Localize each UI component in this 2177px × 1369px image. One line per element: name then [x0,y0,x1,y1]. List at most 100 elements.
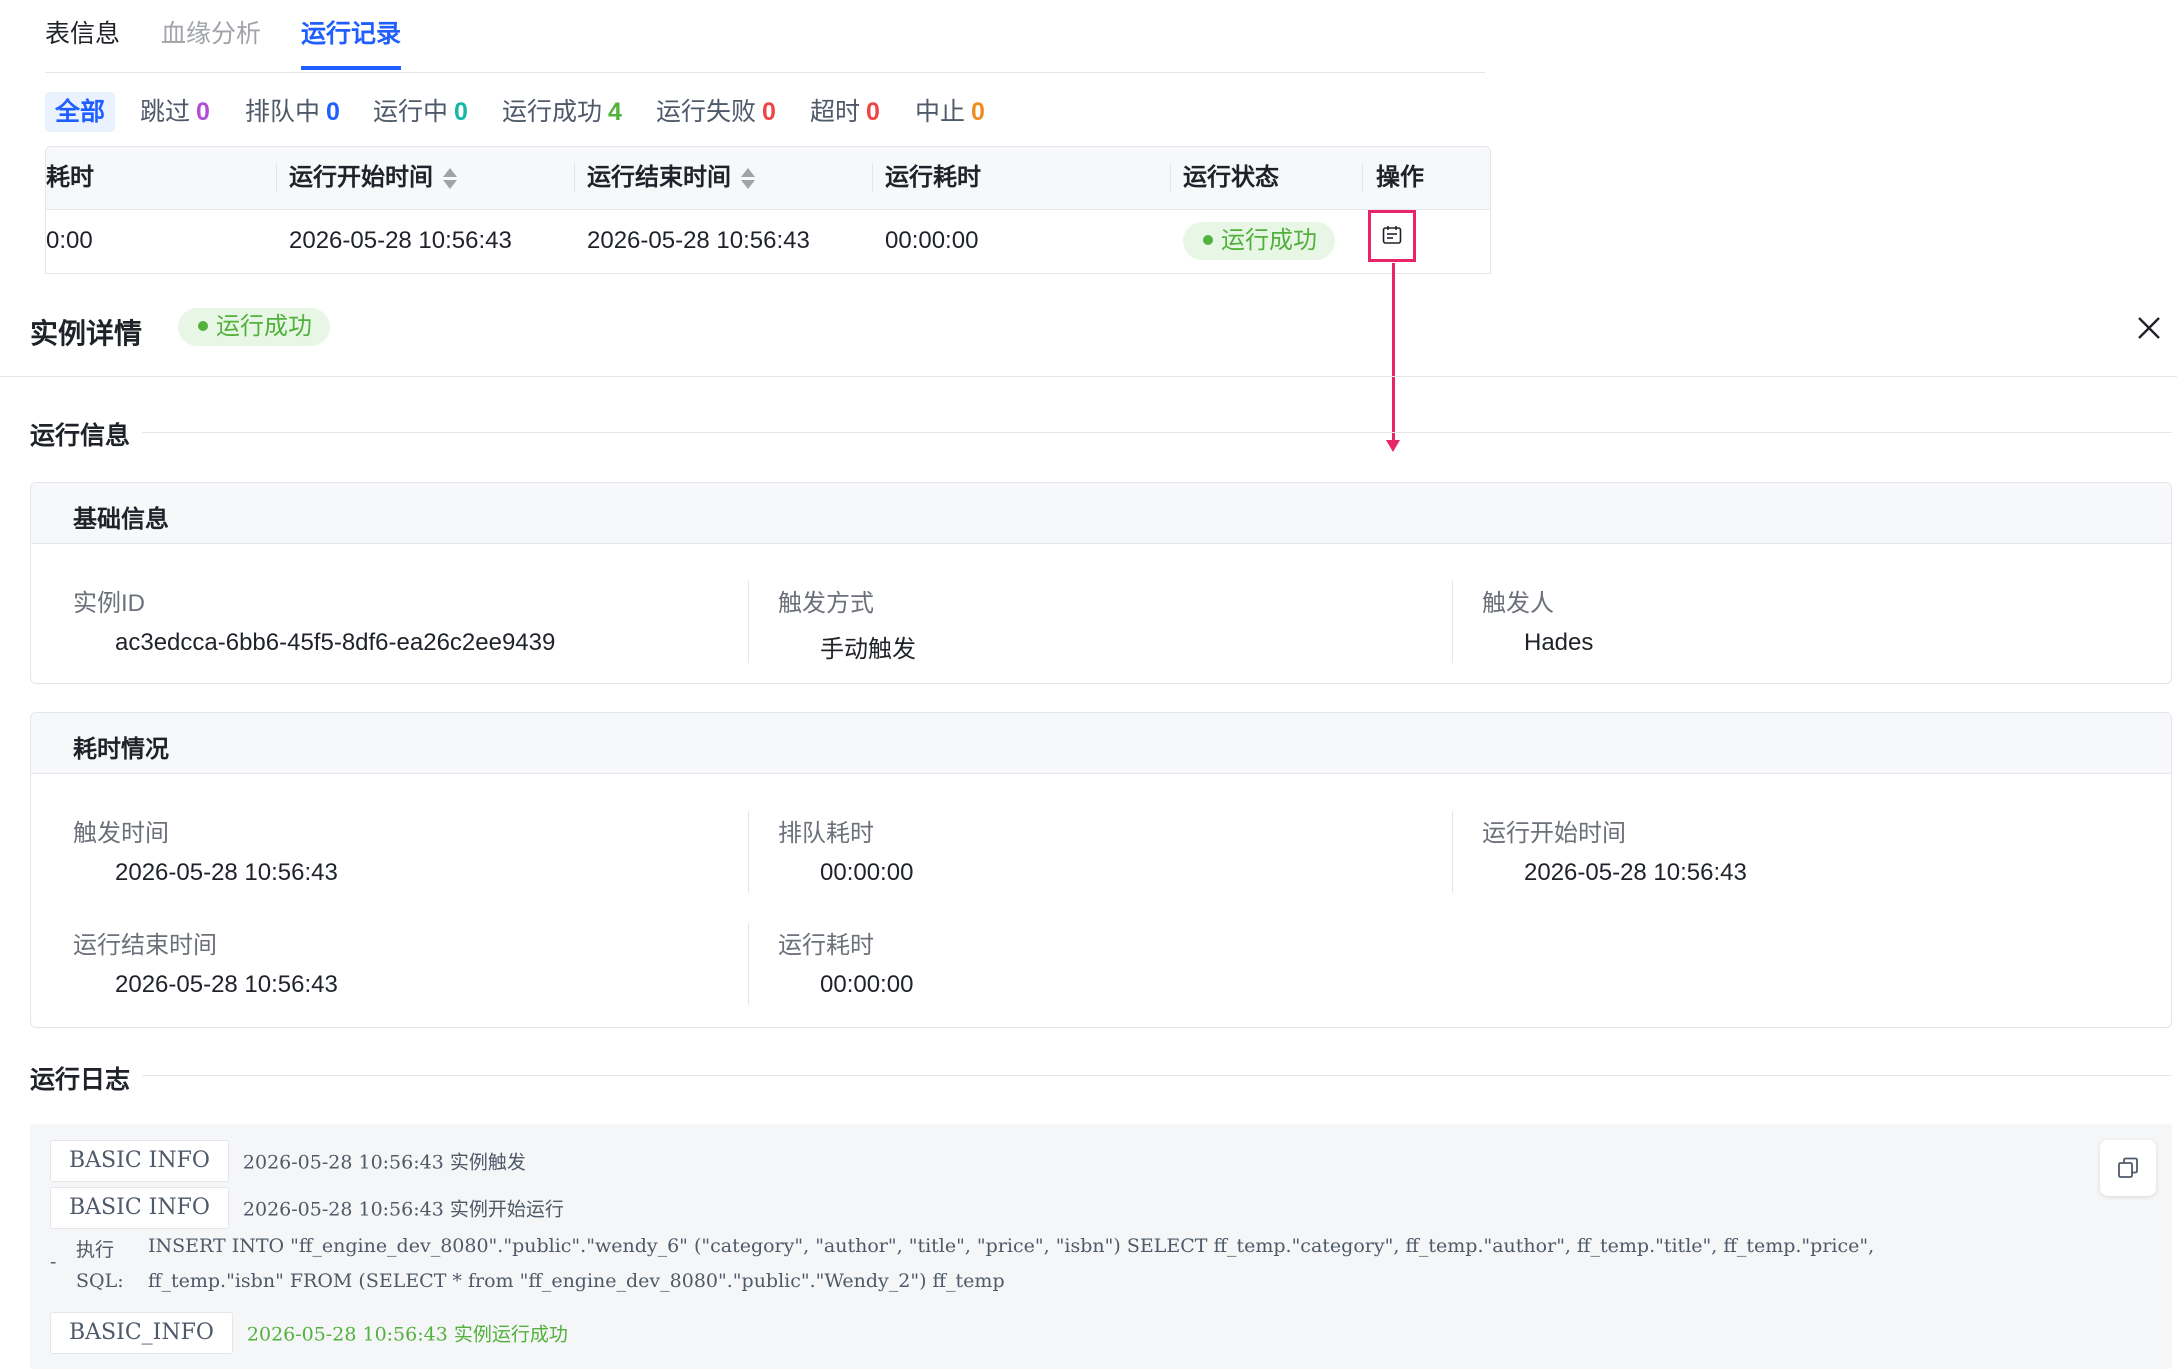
col-start-time[interactable]: 运行开始时间 [289,147,457,209]
log-collapse-marker[interactable]: - [50,1251,56,1273]
duration-label: 运行耗时 [778,932,874,959]
copy-log-button[interactable] [2100,1140,2156,1196]
filter-all[interactable]: 全部 [45,92,116,132]
column-divider [1170,163,1171,193]
section-divider [142,1075,2172,1076]
column-divider [574,163,575,193]
col-wait: 耗时 [46,164,94,191]
trigger-user-label: 触发人 [1482,590,1554,617]
instance-id-label: 实例ID [73,590,145,617]
filter-queued[interactable]: 排队中 0 [245,92,340,132]
column-divider [1452,811,1453,893]
filter-count: 0 [971,98,985,126]
filter-label: 跳过 [140,98,191,126]
sort-icon[interactable] [443,167,457,191]
run-log-title: 运行日志 [30,1066,131,1094]
trigger-mode-value: 手动触发 [820,636,916,663]
trigger-user-value: Hades [1524,629,1594,656]
status-dot [1203,234,1213,245]
tab-lineage[interactable]: 血缘分析 [161,14,261,50]
log-level-badge: BASIC INFO [50,1187,229,1229]
sort-icon[interactable] [741,167,755,191]
cell-wait: 0:00 [46,227,93,254]
filter-success[interactable]: 运行成功 4 [502,92,622,132]
card-title: 耗时情况 [73,736,169,763]
instance-id-value: ac3edcca-6bb6-45f5-8df6-ea26c2ee9439 [115,629,556,656]
log-message: 2026-05-28 10:56:43 实例开始运行 [242,1198,564,1221]
close-icon[interactable] [2135,314,2163,342]
filter-aborted[interactable]: 中止 0 [915,92,985,132]
column-divider [276,163,277,193]
log-line: BASIC INFO 2026-05-28 10:56:43 实例触发 [50,1140,526,1182]
col-label: 运行结束时间 [587,164,731,191]
drawer-header: 实例详情 运行成功 [0,300,2177,377]
status-badge: 运行成功 [1183,222,1335,260]
filter-label: 全部 [55,98,106,126]
trigger-time-value: 2026-05-28 10:56:43 [115,859,338,886]
run-log-panel: BASIC INFO 2026-05-28 10:56:43 实例触发 BASIC… [30,1124,2172,1369]
filter-count: 0 [196,98,210,126]
filter-timeout[interactable]: 超时 0 [810,92,880,132]
card-header: 耗时情况 [31,713,2171,774]
drawer-status: 运行成功 [178,308,330,346]
filter-count: 0 [762,98,776,126]
filter-running[interactable]: 运行中 0 [373,92,468,132]
tab-run-records[interactable]: 运行记录 [301,14,402,70]
duration-value: 00:00:00 [820,971,914,998]
basic-info-card: 基础信息 实例ID ac3edcca-6bb6-45f5-8df6-ea26c2… [30,482,2172,684]
cell-start-time: 2026-05-28 10:56:43 [289,227,512,254]
filter-count: 0 [326,98,340,126]
queue-time-label: 排队耗时 [778,820,874,847]
filter-label: 运行中 [373,98,449,126]
section-divider [142,432,2172,433]
cell-status: 运行成功 [1183,209,1335,273]
log-level-badge: BASIC_INFO [50,1312,233,1354]
status-text: 运行成功 [216,313,312,340]
card-header: 基础信息 [31,483,2171,544]
cell-duration: 00:00:00 [885,227,979,254]
end-time-label: 运行结束时间 [73,932,217,959]
filter-label: 运行成功 [502,98,603,126]
filter-count: 4 [608,98,622,126]
log-line: BASIC INFO 2026-05-28 10:56:43 实例开始运行 [50,1187,564,1229]
tab-bar: 表信息 血缘分析 运行记录 [45,0,1485,73]
end-time-value: 2026-05-28 10:56:43 [115,971,338,998]
view-details-button[interactable] [1368,210,1416,262]
filter-label: 运行失败 [656,98,757,126]
col-end-time[interactable]: 运行结束时间 [587,147,755,209]
copy-icon [2118,1157,2138,1178]
sql-text-line1: INSERT INTO "ff_engine_dev_8080"."public… [148,1235,1875,1257]
cell-end-time: 2026-05-28 10:56:43 [587,227,810,254]
col-status: 运行状态 [1183,164,1279,191]
log-level-badge: BASIC INFO [50,1140,229,1182]
start-time-label: 运行开始时间 [1482,820,1626,847]
run-info-title: 运行信息 [30,422,131,450]
column-divider [1362,163,1363,193]
timing-card: 耗时情况 触发时间 2026-05-28 10:56:43 排队耗时 00:00… [30,712,2172,1028]
sql-text-line2: ff_temp."isbn" FROM (SELECT * from "ff_e… [148,1270,1005,1292]
status-badge: 运行成功 [178,308,330,346]
sql-label-line2: SQL: [76,1270,124,1292]
queue-time-value: 00:00:00 [820,859,914,886]
status-text: 运行成功 [1221,227,1317,254]
column-divider [748,581,749,663]
tab-table-info[interactable]: 表信息 [45,14,120,50]
start-time-value: 2026-05-28 10:56:43 [1524,859,1747,886]
sql-label-line1: 执行 [76,1239,115,1261]
calendar-detail-icon [1382,226,1402,244]
column-divider [872,163,873,193]
filter-label: 超时 [810,98,861,126]
run-records-table: 耗时 运行开始时间 运行结束时间 运行耗时 运行状态 操作 0:00 2026-… [45,146,1491,274]
filter-skipped[interactable]: 跳过 0 [140,92,210,132]
col-actions: 操作 [1376,164,1424,191]
filter-label: 排队中 [245,98,321,126]
col-label: 运行开始时间 [289,164,433,191]
column-divider [748,811,749,893]
filter-label: 中止 [915,98,966,126]
filter-count: 0 [866,98,880,126]
filter-count: 0 [454,98,468,126]
column-divider [1452,581,1453,663]
table-header: 耗时 运行开始时间 运行结束时间 运行耗时 运行状态 操作 [46,147,1490,210]
log-message: 2026-05-28 10:56:43 实例触发 [242,1151,526,1174]
filter-failed[interactable]: 运行失败 0 [656,92,776,132]
